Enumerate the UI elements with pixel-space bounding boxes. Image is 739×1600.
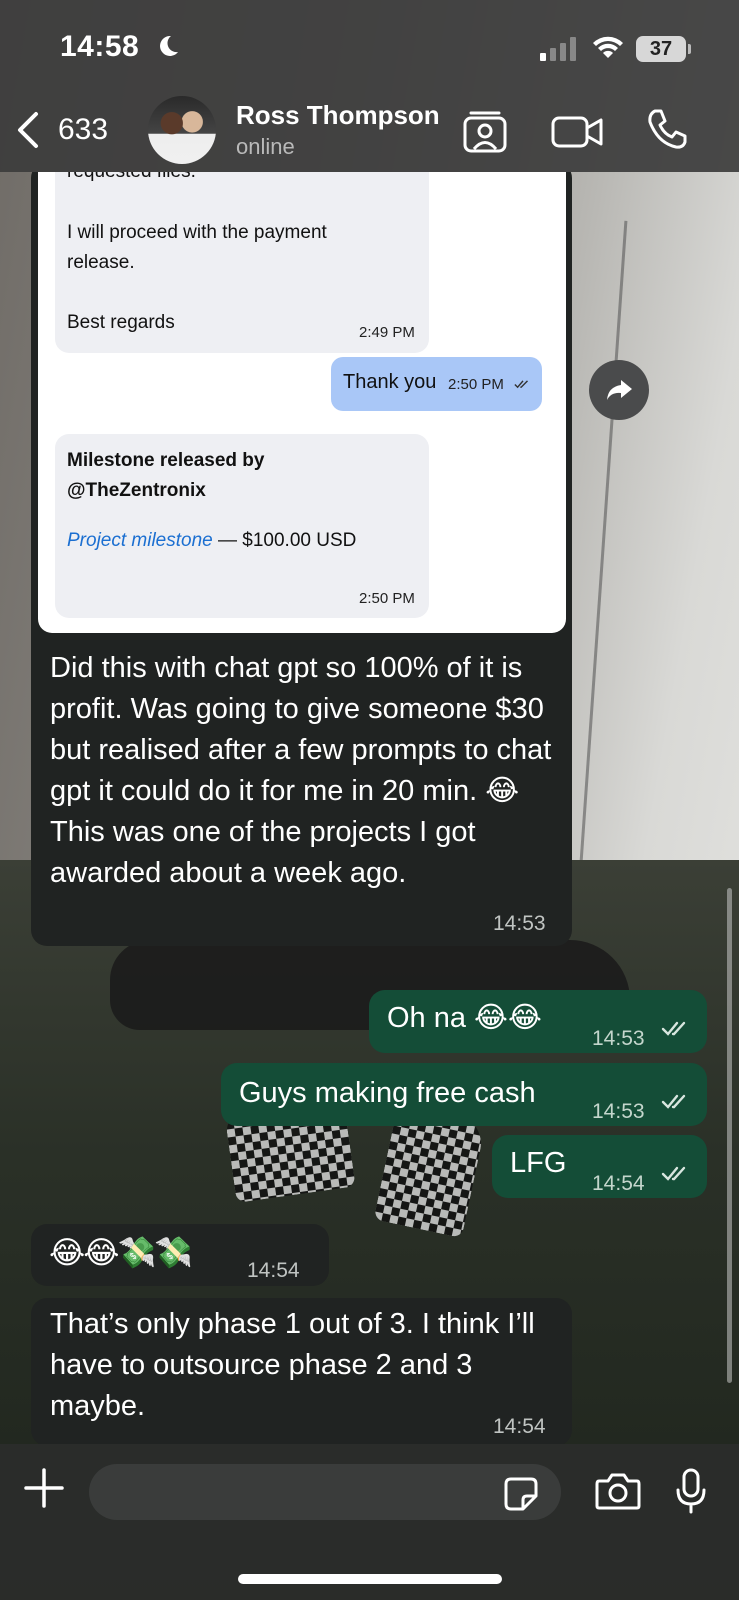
chat-header: 633 Ross Thompson online — [0, 90, 739, 172]
message-text: Oh na 😂😂 — [387, 1002, 542, 1034]
phone-call-icon[interactable] — [646, 108, 688, 150]
composer-bar — [0, 1444, 739, 1600]
sticker-icon[interactable] — [503, 1476, 539, 1512]
forward-icon — [607, 380, 632, 400]
contact-name[interactable]: Ross Thompson — [236, 100, 440, 131]
message-bubble-outgoing[interactable]: LFG 14:54 — [492, 1135, 707, 1198]
message-bubble-outgoing[interactable]: Guys making free cash 14:53 — [221, 1063, 707, 1126]
back-chevron-icon[interactable] — [14, 110, 44, 150]
message-time: 14:54 — [247, 1259, 300, 1282]
message-list[interactable]: requested files. I will proceed with the… — [0, 172, 739, 1444]
home-indicator[interactable] — [238, 1574, 502, 1584]
screenshot-text: Thank you — [343, 371, 437, 393]
screenshot-milestone-title: Milestone released by @TheZentronix — [67, 450, 265, 501]
screenshot-time: 2:50 PM — [359, 590, 415, 607]
read-double-check-icon — [661, 1166, 686, 1181]
screenshot-text: requested files. — [67, 172, 196, 182]
screenshot-time: 2:49 PM — [359, 324, 415, 341]
message-time: 14:54 — [592, 1172, 645, 1195]
screenshot-milestone-card: Milestone released by @TheZentronix Proj… — [55, 434, 429, 618]
status-bar: 14:58 37 — [0, 0, 739, 90]
message-time: 14:53 — [592, 1100, 645, 1123]
message-input[interactable] — [89, 1464, 561, 1520]
battery-indicator: 37 — [636, 36, 691, 62]
message-time: 14:54 — [493, 1415, 546, 1438]
screenshot-text: I will proceed with the payment release. — [67, 222, 327, 273]
wifi-icon — [593, 36, 623, 58]
avatar[interactable] — [148, 96, 216, 164]
forward-button[interactable] — [589, 360, 649, 420]
contact-card-icon[interactable] — [462, 108, 508, 154]
message-time: 14:53 — [592, 1027, 645, 1050]
screenshot-message-card: requested files. I will proceed with the… — [55, 172, 429, 353]
message-text: LFG — [510, 1147, 567, 1179]
message-text: Guys making free cash — [239, 1077, 536, 1109]
message-time: 14:53 — [493, 912, 546, 935]
plus-icon[interactable] — [24, 1468, 64, 1508]
contact-status: online — [236, 134, 295, 159]
status-time: 14:58 — [60, 30, 140, 63]
unread-count[interactable]: 633 — [58, 113, 108, 147]
message-text: That’s only phase 1 out of 3. I think I’… — [50, 1308, 535, 1422]
read-double-check-icon — [661, 1094, 686, 1109]
signal-icon — [540, 37, 576, 61]
message-bubble-incoming[interactable]: 😂😂💸💸 14:54 — [31, 1224, 329, 1286]
message-bubble-incoming[interactable]: That’s only phase 1 out of 3. I think I’… — [31, 1298, 572, 1444]
project-milestone-link: Project milestone — [67, 530, 213, 551]
moon-icon — [160, 35, 178, 56]
scroll-indicator[interactable] — [727, 888, 732, 1383]
forwarded-screenshot-image[interactable]: requested files. I will proceed with the… — [38, 172, 566, 633]
microphone-icon[interactable] — [676, 1468, 706, 1514]
video-call-icon[interactable] — [551, 112, 603, 152]
read-double-check-icon — [514, 380, 529, 389]
message-bubble-outgoing[interactable]: Oh na 😂😂 14:53 — [369, 990, 707, 1053]
screenshot-time: 2:50 PM — [448, 376, 504, 393]
message-text: 😂😂💸💸 — [49, 1235, 193, 1270]
camera-icon[interactable] — [595, 1471, 641, 1511]
message-text: Did this with chat gpt so 100% of it is … — [50, 652, 552, 889]
milestone-amount: — $100.00 USD — [212, 530, 357, 551]
screenshot-milestone-line: Project milestone — $100.00 USD — [67, 526, 356, 556]
read-double-check-icon — [661, 1021, 686, 1036]
screenshot-outgoing-bubble: Thank you 2:50 PM — [331, 357, 542, 411]
screenshot-text: Best regards — [67, 312, 175, 333]
